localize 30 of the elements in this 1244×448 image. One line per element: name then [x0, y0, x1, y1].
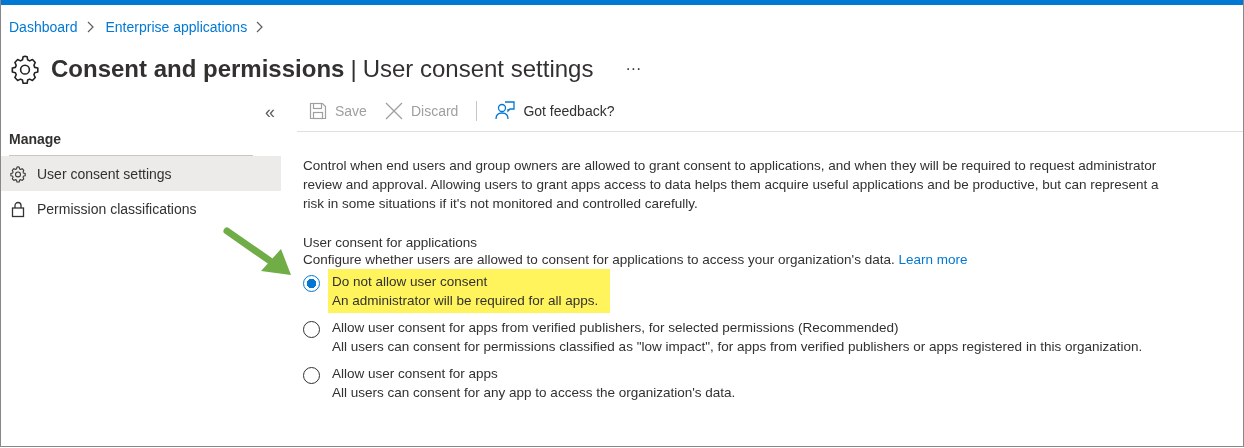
page-title: Consent and permissions	[51, 55, 345, 83]
radio-button[interactable]	[303, 275, 320, 292]
option-label: Do not allow user consent	[332, 273, 489, 291]
hint-text: Configure whether users are allowed to consent for applications to access your organization's data.	[303, 252, 895, 267]
description-text: Control when end users and group owners are allowed to grant consent to applications, and when they will be required to request administrator review and approval. Allowing users to grant apps access to data helps them acquire useful applications and be productive, but can represent a risk in some situations if it's not monitored and controlled carefully.	[303, 157, 1160, 213]
feedback-button[interactable]: Got feedback?	[495, 101, 615, 121]
lock-icon	[9, 199, 27, 218]
option-label: Allow user consent for apps	[332, 365, 499, 383]
page-subtitle: User consent settings	[362, 55, 594, 83]
title-separator: |	[350, 55, 357, 83]
breadcrumb-link[interactable]: Enterprise applications	[105, 19, 248, 35]
save-icon	[309, 102, 327, 120]
sidebar-item[interactable]: User consent settings	[1, 156, 281, 191]
section-title: User consent for applications	[303, 235, 479, 250]
option-detail: An administrator will be required for all apps.	[332, 292, 599, 310]
section-heading: Manage	[8, 130, 63, 149]
option-detail: All users can consent for any app to access the organization's data.	[332, 384, 736, 402]
gear-icon	[9, 164, 27, 183]
breadcrumb-link[interactable]: Dashboard	[9, 19, 78, 35]
learn-more-link[interactable]: Learn more	[898, 252, 968, 267]
sidebar-item[interactable]: Permission classifications	[1, 191, 281, 226]
close-icon	[384, 102, 403, 120]
chevron-icon	[85, 21, 94, 33]
option-detail: All users can consent for permissions classified as "low impact", for apps from verified publishers or apps registered in this organization.	[332, 338, 1143, 356]
collapse-button[interactable]: «	[265, 103, 275, 121]
chevron-icon	[255, 21, 264, 33]
option-label: Allow user consent for apps from verified publishers, for selected permissions (Recommended)	[332, 319, 900, 337]
feedback-icon	[495, 101, 516, 121]
gear-icon	[9, 53, 41, 85]
more-button[interactable]: ···	[625, 60, 642, 78]
